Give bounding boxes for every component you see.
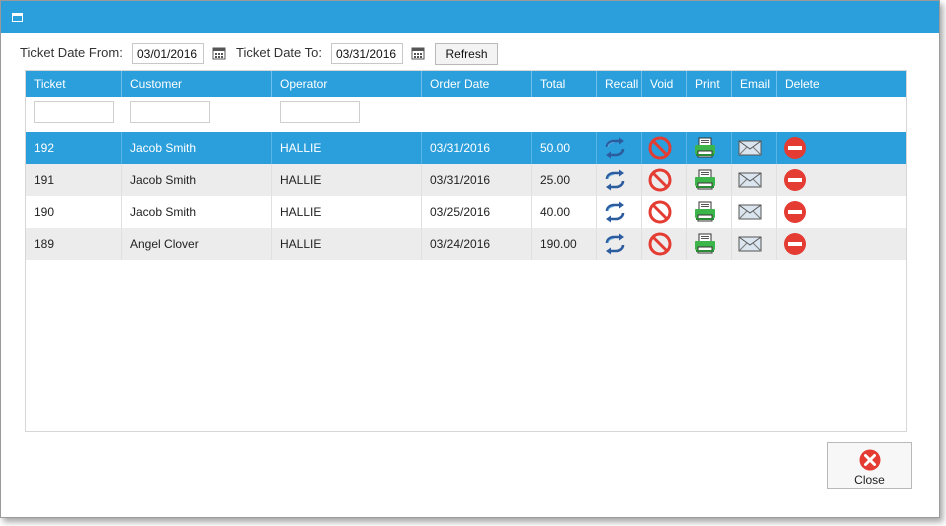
- void-icon[interactable]: [647, 200, 673, 224]
- print-cell: [687, 196, 732, 228]
- print-cell: [687, 228, 732, 260]
- refresh-button[interactable]: Refresh: [435, 43, 498, 65]
- email-cell: [732, 164, 777, 196]
- cell-ticket: 189: [26, 228, 122, 260]
- cell-total: 190.00: [532, 228, 597, 260]
- column-header-delete[interactable]: Delete: [777, 71, 906, 97]
- print-icon[interactable]: [692, 232, 718, 256]
- table-row[interactable]: 190 Jacob Smith HALLIE 03/25/2016 40.00: [26, 196, 906, 228]
- table-row[interactable]: 192 Jacob Smith HALLIE 03/31/2016 50.00: [26, 132, 906, 164]
- date-from-label: Ticket Date From:: [20, 45, 123, 60]
- print-icon[interactable]: [692, 200, 718, 224]
- recall-cell: [597, 196, 642, 228]
- table-row[interactable]: 189 Angel Clover HALLIE 03/24/2016 190.00: [26, 228, 906, 260]
- window-icon: [12, 13, 23, 22]
- column-header-ticket[interactable]: Ticket: [26, 71, 122, 97]
- cell-ticket: 192: [26, 132, 122, 164]
- recall-icon[interactable]: [602, 168, 628, 192]
- delete-icon[interactable]: [782, 136, 808, 160]
- cell-order-date: 03/31/2016: [422, 164, 532, 196]
- grid-header: Ticket Customer Operator Order Date Total Rec…: [26, 71, 906, 97]
- date-to-label: Ticket Date To:: [236, 45, 322, 60]
- recall-cell: [597, 132, 642, 164]
- delete-cell: [777, 196, 906, 228]
- email-cell: [732, 132, 777, 164]
- email-icon[interactable]: [737, 200, 763, 224]
- delete-icon[interactable]: [782, 168, 808, 192]
- close-button[interactable]: Close: [827, 442, 912, 489]
- cell-customer: Jacob Smith: [122, 196, 272, 228]
- recall-cell: [597, 228, 642, 260]
- cell-order-date: 03/24/2016: [422, 228, 532, 260]
- column-header-void[interactable]: Void: [642, 71, 687, 97]
- delete-cell: [777, 164, 906, 196]
- cell-ticket: 190: [26, 196, 122, 228]
- delete-icon[interactable]: [782, 200, 808, 224]
- delete-icon[interactable]: [782, 232, 808, 256]
- recall-cell: [597, 164, 642, 196]
- print-icon[interactable]: [692, 136, 718, 160]
- column-header-customer[interactable]: Customer: [122, 71, 272, 97]
- void-icon[interactable]: [647, 168, 673, 192]
- cell-order-date: 03/25/2016: [422, 196, 532, 228]
- cell-customer: Jacob Smith: [122, 132, 272, 164]
- email-icon[interactable]: [737, 136, 763, 160]
- column-header-recall[interactable]: Recall: [597, 71, 642, 97]
- column-header-total[interactable]: Total: [532, 71, 597, 97]
- void-cell: [642, 228, 687, 260]
- customer-filter-input[interactable]: [130, 101, 210, 123]
- cell-total: 40.00: [532, 196, 597, 228]
- void-icon[interactable]: [647, 136, 673, 160]
- title-bar[interactable]: [1, 1, 939, 33]
- grid-filter-row: [26, 97, 906, 132]
- table-row[interactable]: 191 Jacob Smith HALLIE 03/31/2016 25.00: [26, 164, 906, 196]
- operator-filter-input[interactable]: [280, 101, 360, 123]
- calendar-icon[interactable]: [212, 46, 226, 60]
- void-cell: [642, 196, 687, 228]
- cell-operator: HALLIE: [272, 228, 422, 260]
- column-header-operator[interactable]: Operator: [272, 71, 422, 97]
- delete-cell: [777, 228, 906, 260]
- date-from-input[interactable]: [132, 43, 204, 64]
- column-header-email[interactable]: Email: [732, 71, 777, 97]
- cell-total: 50.00: [532, 132, 597, 164]
- cell-operator: HALLIE: [272, 164, 422, 196]
- email-cell: [732, 228, 777, 260]
- email-icon[interactable]: [737, 168, 763, 192]
- close-label: Close: [854, 473, 885, 487]
- email-cell: [732, 196, 777, 228]
- ticket-filter-input[interactable]: [34, 101, 114, 123]
- print-icon[interactable]: [692, 168, 718, 192]
- recall-icon[interactable]: [602, 136, 628, 160]
- cell-customer: Jacob Smith: [122, 164, 272, 196]
- column-header-order-date[interactable]: Order Date: [422, 71, 532, 97]
- void-cell: [642, 164, 687, 196]
- column-header-print[interactable]: Print: [687, 71, 732, 97]
- delete-cell: [777, 132, 906, 164]
- cell-operator: HALLIE: [272, 196, 422, 228]
- cell-order-date: 03/31/2016: [422, 132, 532, 164]
- void-icon[interactable]: [647, 232, 673, 256]
- cell-operator: HALLIE: [272, 132, 422, 164]
- print-cell: [687, 132, 732, 164]
- calendar-icon[interactable]: [411, 46, 425, 60]
- recall-icon[interactable]: [602, 200, 628, 224]
- print-cell: [687, 164, 732, 196]
- cell-customer: Angel Clover: [122, 228, 272, 260]
- date-to-input[interactable]: [331, 43, 403, 64]
- email-icon[interactable]: [737, 232, 763, 256]
- recall-icon[interactable]: [602, 232, 628, 256]
- ticket-history-window: Ticket Date From: Ticket Date To: Refres…: [0, 0, 940, 518]
- tickets-grid: Ticket Customer Operator Order Date Total Rec…: [25, 70, 907, 432]
- cell-total: 25.00: [532, 164, 597, 196]
- cell-ticket: 191: [26, 164, 122, 196]
- date-filter-row: Ticket Date From: Ticket Date To: Refres…: [20, 41, 720, 65]
- void-cell: [642, 132, 687, 164]
- close-icon: [859, 449, 881, 471]
